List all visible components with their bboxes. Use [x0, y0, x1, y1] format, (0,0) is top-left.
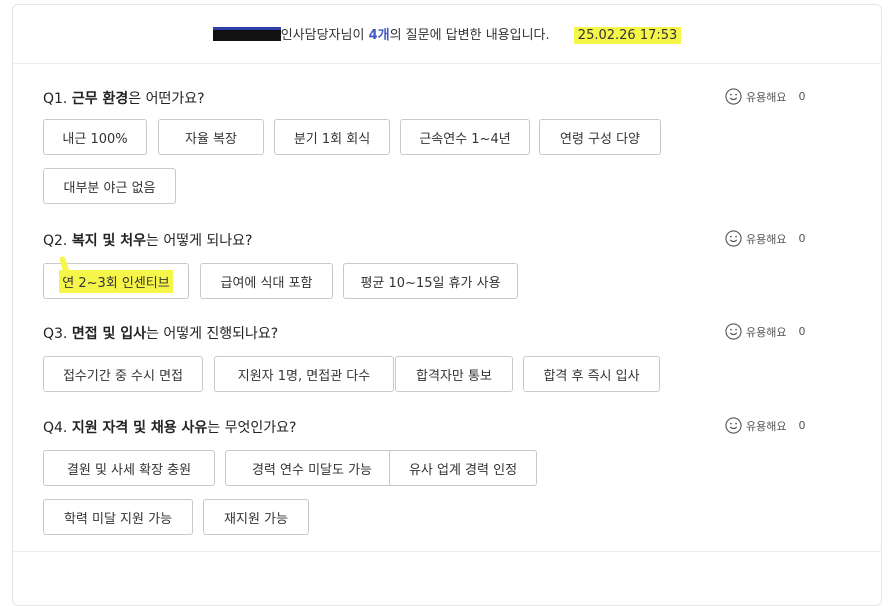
answer-chip[interactable]: 유사 업계 경력 인정 — [389, 450, 537, 486]
helpful-count: 0 — [798, 90, 806, 103]
answer-chip[interactable]: 경력 연수 미달도 가능 — [225, 450, 399, 486]
question-title: Q4. 지원 자격 및 채용 사유는 무엇인가요? — [43, 420, 297, 436]
answer-chip[interactable]: 분기 1회 회식 — [274, 119, 390, 155]
answer-datetime: 25.02.26 17:53 — [573, 27, 682, 44]
question-title: Q2. 복지 및 처우는 어떻게 되나요? — [43, 233, 253, 249]
card-divider — [13, 551, 881, 552]
answer-chip[interactable]: 급여에 식대 포함 — [200, 263, 333, 299]
answer-chip[interactable]: 재지원 가능 — [203, 499, 309, 535]
smile-icon — [725, 230, 742, 247]
answer-chip[interactable]: 접수기간 중 수시 면접 — [43, 356, 203, 392]
helpful-button[interactable]: 유용해요 0 — [725, 323, 805, 340]
answer-chip[interactable]: 내근 100% — [43, 119, 147, 155]
header-intro: 인사담당자님이 — [280, 28, 365, 43]
question-count: 4개 — [368, 28, 390, 43]
card-header: 인사담당자님이 4개의 질문에 답변한 내용입니다. 25.02.26 17:5… — [13, 5, 881, 64]
smile-icon — [725, 323, 742, 340]
question-title: Q3. 면접 및 입사는 어떻게 진행되나요? — [43, 326, 279, 342]
answer-chip[interactable]: 합격 후 즉시 입사 — [523, 356, 660, 392]
answer-chip-highlighted[interactable]: 연 2~3회 인센티브 — [43, 255, 189, 299]
helpful-label: 유용해요 — [746, 325, 787, 339]
helpful-count: 0 — [798, 232, 806, 245]
redacted-company-name — [212, 27, 281, 41]
qa-card: 인사담당자님이 4개의 질문에 답변한 내용입니다. 25.02.26 17:5… — [12, 4, 882, 606]
answer-chip[interactable]: 평균 10~15일 휴가 사용 — [343, 263, 518, 299]
answer-chip[interactable]: 결원 및 사세 확장 충원 — [43, 450, 215, 486]
answer-chip[interactable]: 합격자만 통보 — [395, 356, 513, 392]
answer-chip[interactable]: 연령 구성 다양 — [539, 119, 661, 155]
helpful-label: 유용해요 — [746, 232, 787, 246]
smile-icon — [725, 88, 742, 105]
answer-label: 연 2~3회 인센티브 — [59, 269, 173, 293]
helpful-count: 0 — [798, 419, 806, 432]
helpful-button[interactable]: 유용해요 0 — [725, 230, 805, 247]
answer-chip[interactable]: 근속연수 1~4년 — [400, 119, 530, 155]
header-rest: 의 질문에 답변한 내용입니다. — [389, 28, 550, 43]
header-summary: 인사담당자님이 4개의 질문에 답변한 내용입니다. 25.02.26 17:5… — [13, 24, 881, 44]
question-title: Q1. 근무 환경은 어떤가요? — [43, 91, 205, 107]
smile-icon — [725, 417, 742, 434]
answer-chip[interactable]: 자율 복장 — [158, 119, 264, 155]
helpful-button[interactable]: 유용해요 0 — [725, 417, 805, 434]
helpful-label: 유용해요 — [746, 419, 787, 433]
answer-chip[interactable]: 지원자 1명, 면접관 다수 — [214, 356, 394, 392]
helpful-button[interactable]: 유용해요 0 — [725, 88, 805, 105]
helpful-count: 0 — [798, 325, 806, 338]
helpful-label: 유용해요 — [746, 90, 787, 104]
answer-chip[interactable]: 대부분 야근 없음 — [43, 168, 176, 204]
answer-chip[interactable]: 학력 미달 지원 가능 — [43, 499, 193, 535]
